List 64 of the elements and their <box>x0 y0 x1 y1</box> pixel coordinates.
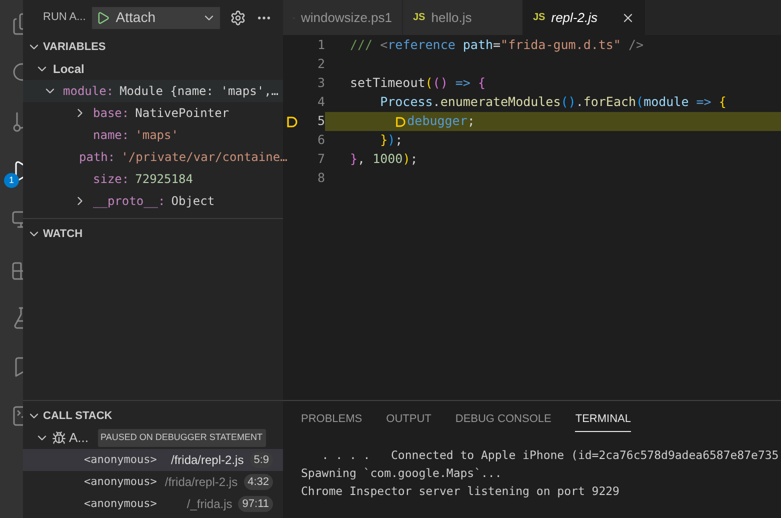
terminal-line: Spawning `com.google.Maps`... <box>301 465 502 482</box>
panel-tab[interactable]: TERMINAL <box>575 404 631 432</box>
panel-tab[interactable]: OUTPUT <box>386 404 432 432</box>
frame-position: 4:32 <box>244 474 273 490</box>
code-line: /// <reference path="frida-gum.d.ts" /> <box>350 36 644 54</box>
editor-tab[interactable]: JS hello.js <box>403 0 523 35</box>
frame-file: /frida/repl-2.js <box>164 474 238 491</box>
terminal-line: . . . . Connected to Apple iPhone (id=2ca76c578d9adea6587e87e735 <box>320 447 779 464</box>
line-number: 4 <box>316 93 325 112</box>
frame-file: /frida/repl-2.js <box>170 452 244 469</box>
code-line: }, 1000); <box>350 150 418 168</box>
code-line: Process.enumerateModules().forEach(module => { <box>379 93 726 112</box>
editor-tab[interactable]: windowsize.ps1 <box>283 0 403 35</box>
scope-label[interactable]: Local <box>53 60 84 78</box>
play-icon <box>96 10 110 24</box>
variable-name: size: <box>93 171 130 188</box>
variable-name: base: <box>93 105 130 122</box>
frame-name: <anonymous> <box>84 474 157 490</box>
stack-frame[interactable]: <anonymous> /frida/repl-2.js 5:9 <box>23 449 283 471</box>
section-title[interactable]: CALL STACK <box>43 408 112 424</box>
debug-pointer-icon <box>286 116 298 128</box>
variable-value: Module {name: 'maps',… <box>120 83 279 100</box>
code-line: debugger; <box>407 112 475 130</box>
line-number: 2 <box>316 55 325 74</box>
variable-name: name: <box>93 127 130 144</box>
variable-name: module: <box>63 83 114 100</box>
section-title[interactable]: WATCH <box>43 226 83 242</box>
variable-value: 72925184 <box>135 171 193 188</box>
panel-tab[interactable]: DEBUG CONSOLE <box>455 404 552 432</box>
variable-value: '/private/var/containe… <box>121 149 288 166</box>
variable-name: path: <box>79 149 116 166</box>
terminal-line: Chrome Inspector server listening on port 9229 <box>301 483 620 500</box>
section-title[interactable]: VARIABLES <box>43 38 106 56</box>
paused-status-badge: PAUSED ON DEBUGGER STATEMENT <box>98 429 266 447</box>
notification-badge: 1 <box>4 173 19 188</box>
line-number: 8 <box>316 169 325 188</box>
variable-value: 'maps' <box>135 127 178 144</box>
code-line: }); <box>379 131 403 150</box>
variable-value: Object <box>171 193 215 210</box>
inline-debug-pointer-icon <box>395 116 406 128</box>
editor-tab[interactable]: JS repl-2.js <box>523 0 645 35</box>
frame-position: 97:11 <box>238 496 273 512</box>
stack-frame[interactable]: <anonymous> /_frida.js 97:11 <box>23 493 283 515</box>
frame-file: /_frida.js <box>186 496 232 513</box>
file-type-icon: JS <box>533 10 546 25</box>
frame-name: <anonymous> <box>84 452 157 468</box>
settings-icon[interactable] <box>230 10 246 26</box>
file-type-icon: JS <box>413 10 426 25</box>
frame-position: 5:9 <box>250 452 273 468</box>
sidebar-title: RUN A... <box>43 10 86 26</box>
variable-value: NativePointer <box>135 105 230 122</box>
code-line: setTimeout(() => { <box>350 74 486 92</box>
line-number: 3 <box>316 74 325 92</box>
panel-tab[interactable]: PROBLEMS <box>301 404 362 432</box>
line-number: 1 <box>316 36 325 54</box>
thread-label[interactable]: A... <box>69 428 89 448</box>
frame-name: <anonymous> <box>84 496 157 512</box>
bug-icon <box>52 431 66 445</box>
line-number: 7 <box>316 150 325 168</box>
variable-name: __proto__: <box>93 193 166 210</box>
line-number: 5 <box>316 112 325 130</box>
stack-frame[interactable]: <anonymous> /frida/repl-2.js 4:32 <box>23 471 283 493</box>
launch-config-dropdown[interactable]: Attach <box>92 6 220 28</box>
line-number: 6 <box>316 131 325 150</box>
